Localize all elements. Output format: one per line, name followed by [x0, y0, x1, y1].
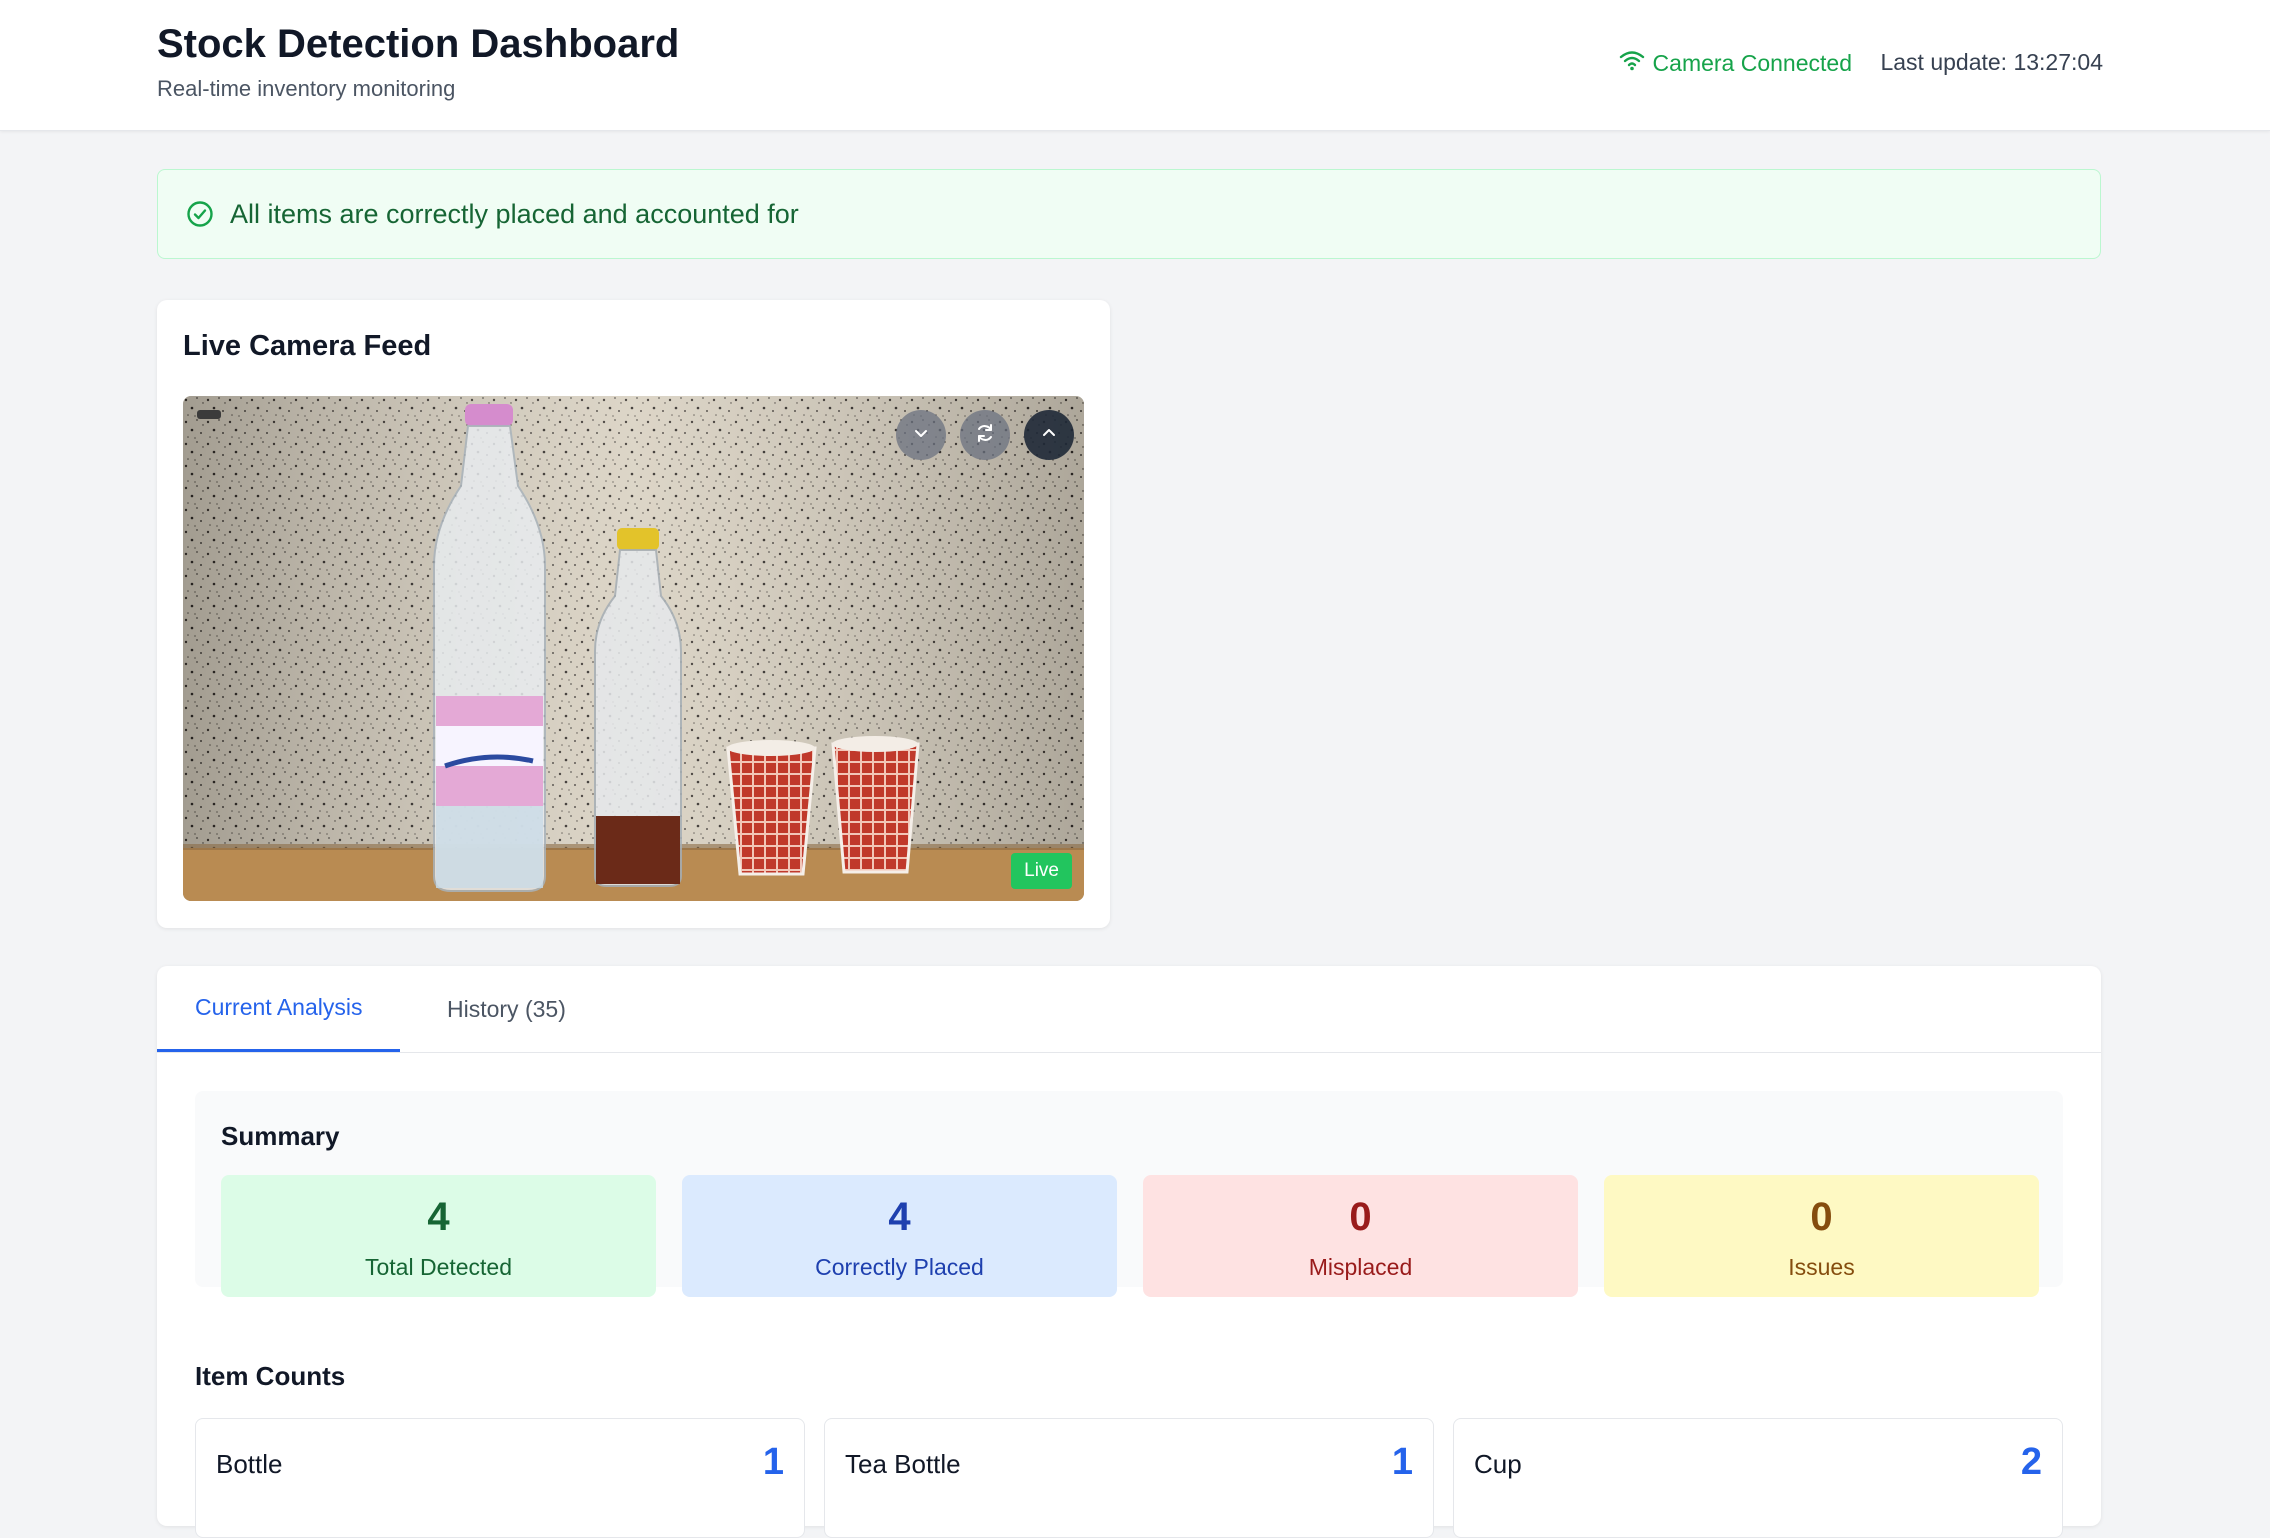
tab-current-analysis[interactable]: Current Analysis [157, 966, 401, 1052]
stat-value: 4 [888, 1195, 911, 1239]
stat-label: Misplaced [1308, 1254, 1413, 1280]
refresh-icon [974, 422, 996, 449]
connection-status: Camera Connected [1619, 49, 1852, 77]
stat-value: 0 [1810, 1195, 1833, 1239]
stat-total-detected: 4 Total Detected [221, 1175, 656, 1297]
stat-value: 4 [427, 1195, 450, 1239]
page-title: Stock Detection Dashboard [157, 22, 680, 66]
check-circle-icon [186, 200, 214, 228]
page-subtitle: Real-time inventory monitoring [157, 76, 456, 101]
stat-correctly-placed: 4 Correctly Placed [682, 1175, 1117, 1297]
item-count-card: Cup 2 [1453, 1418, 2063, 1538]
tab-bar: Current Analysis History (35) [157, 966, 2101, 1053]
summary-title: Summary [221, 1121, 340, 1151]
item-count-card: Tea Bottle 1 [824, 1418, 1434, 1538]
item-name: Cup [1474, 1449, 1522, 1479]
item-count-value: 1 [762, 1441, 784, 1483]
chevron-down-icon [911, 423, 931, 448]
stat-label: Issues [1788, 1254, 1855, 1280]
scroll-up-button[interactable] [1024, 410, 1074, 460]
item-name: Bottle [216, 1449, 283, 1479]
live-badge: Live [1011, 853, 1072, 889]
camera-feed-title: Live Camera Feed [183, 330, 432, 362]
refresh-feed-button[interactable] [960, 410, 1010, 460]
connection-status-label: Camera Connected [1652, 49, 1852, 76]
analysis-card: Current Analysis History (35) Summary 4 … [157, 966, 2101, 1538]
item-count-card: Bottle 1 [195, 1418, 805, 1538]
item-name: Tea Bottle [845, 1449, 961, 1479]
stat-label: Correctly Placed [815, 1254, 984, 1280]
item-counts-title: Item Counts [195, 1361, 346, 1391]
camera-frame-image [183, 396, 1084, 901]
alert-message: All items are correctly placed and accou… [230, 198, 799, 229]
stat-value: 0 [1349, 1195, 1372, 1239]
camera-feed-card: Live Camera Feed Live [157, 300, 1110, 928]
tab-history[interactable]: History (35) [447, 966, 566, 1052]
scroll-down-button[interactable] [896, 410, 946, 460]
status-alert: All items are correctly placed and accou… [157, 169, 2101, 259]
camera-feed-video[interactable]: Live [183, 396, 1084, 901]
summary-panel: Summary 4 Total Detected 4 Correctly Pla… [195, 1091, 2063, 1297]
stat-issues: 0 Issues [1604, 1175, 2039, 1297]
item-count-value: 2 [2020, 1441, 2042, 1483]
item-count-value: 1 [1391, 1441, 1413, 1483]
last-update-timestamp: Last update: 13:27:04 [1880, 49, 2103, 75]
stat-label: Total Detected [364, 1254, 513, 1280]
chevron-up-icon [1039, 423, 1059, 448]
stat-misplaced: 0 Misplaced [1143, 1175, 1578, 1297]
wifi-icon [1619, 49, 1645, 77]
app-header: Stock Detection Dashboard Real-time inve… [0, 0, 2270, 131]
